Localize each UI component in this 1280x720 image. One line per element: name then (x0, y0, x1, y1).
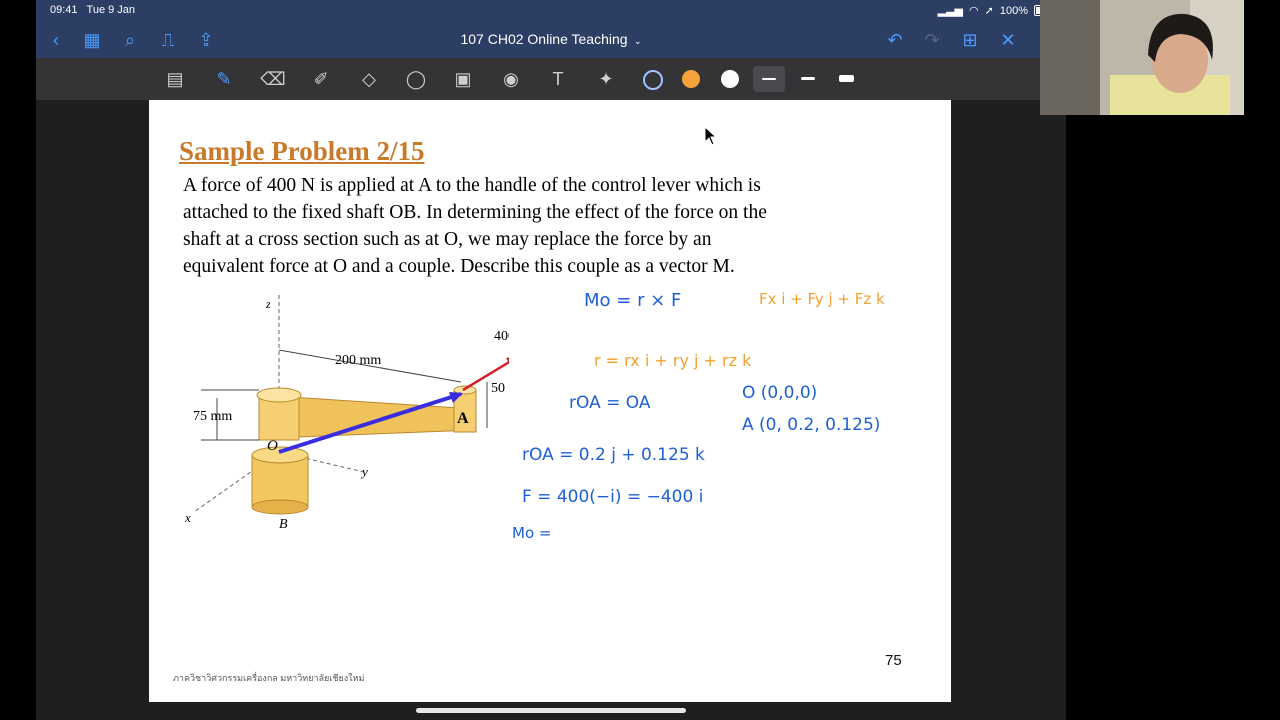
wifi-icon: ◠ (969, 5, 979, 17)
body-line-4: equivalent force at O and a couple. Desc… (183, 256, 735, 277)
undo-icon[interactable]: ↶ (883, 28, 907, 52)
color-swatch-blue[interactable] (643, 70, 663, 90)
home-indicator[interactable] (416, 708, 686, 713)
body-line-1: A force of 400 N is applied at A to the … (183, 175, 761, 196)
color-swatch-orange[interactable] (682, 70, 700, 88)
chevron-down-icon: ⌄ (631, 36, 642, 46)
handwritten-annotations: Mo = r × F Fx i + Fy j + Fz k r = rx i +… (512, 290, 885, 542)
presenter-video-icon (1040, 0, 1244, 115)
laser-pointer-icon[interactable]: ✦ (593, 67, 619, 91)
label-x: x (184, 510, 191, 525)
page-number: 75 (885, 652, 902, 669)
ink-point-o: O (0,0,0) (742, 383, 817, 403)
redo-icon[interactable]: ↷ (920, 28, 944, 52)
read-mode-icon[interactable]: ▤ (162, 67, 188, 91)
stroke-medium[interactable] (801, 77, 815, 80)
slide-footer: ภาควิชาวิศวกรรมเครื่องกล มหาวิทยาลัยเชีย… (173, 673, 365, 683)
ink-position-components: r = rx i + ry j + rz k (594, 351, 752, 370)
webcam-video (1040, 0, 1244, 115)
slide-title: Sample Problem 2/15 (179, 136, 425, 166)
image-icon[interactable]: ▣ (450, 67, 476, 91)
color-swatch-white[interactable] (721, 70, 739, 88)
ink-mo-start: Mo = (512, 524, 551, 542)
mouse-cursor-icon (704, 126, 718, 146)
text-tool-icon[interactable]: T (545, 67, 571, 91)
drawing-toolbar: ▤ ✎ ⌫ ✐ ◇ ◯ ▣ ◉ T ✦ (36, 58, 1066, 100)
camera-icon[interactable]: ◉ (498, 67, 524, 91)
ink-r-oa: rOA = OA (569, 393, 651, 413)
close-icon[interactable]: ✕ (996, 28, 1020, 52)
highlighter-icon[interactable]: ✐ (308, 67, 334, 91)
status-bar: 09:41 Tue 9 Jan ▂▃▅ ◠ ➚ 100% (36, 0, 1066, 22)
signal-icon: ▂▃▅ (937, 5, 964, 17)
status-date: Tue 9 Jan (86, 4, 136, 16)
shapes-icon[interactable]: ◇ (356, 67, 382, 91)
body-line-3: shaft at a cross section such as at O, w… (183, 229, 712, 250)
ink-force-components: Fx i + Fy j + Fz k (759, 290, 885, 308)
ipad-screen: 09:41 Tue 9 Jan ▂▃▅ ◠ ➚ 100% ‹ ▦ ⌕ ⎍ ⇪ 1… (36, 0, 1066, 720)
label-75mm: 75 mm (193, 409, 232, 424)
ink-force-value: F = 400(−i) = −400 i (522, 487, 703, 507)
label-a: A (457, 410, 469, 427)
stroke-thin[interactable] (762, 78, 776, 80)
battery-percent: 100% (999, 4, 1028, 17)
body-line-2: attached to the fixed shaft OB. In deter… (183, 202, 767, 223)
label-o: O (267, 438, 278, 454)
status-time: 09:41 (50, 4, 78, 16)
label-200mm: 200 mm (335, 353, 381, 368)
ink-r-oa-value: rOA = 0.2 j + 0.125 k (522, 445, 705, 465)
document-title[interactable]: 107 CH02 Online Teaching ⌄ (36, 31, 1066, 47)
eraser-icon[interactable]: ⌫ (260, 67, 286, 91)
ink-moment-formula: Mo = r × F (584, 290, 681, 311)
lasso-icon[interactable]: ◯ (403, 67, 429, 91)
navigation-bar: ‹ ▦ ⌕ ⎍ ⇪ 107 CH02 Online Teaching ⌄ ↶ ↷… (36, 22, 1066, 58)
pen-icon[interactable]: ✎ (211, 67, 237, 91)
add-page-icon[interactable]: ⊞ (958, 28, 982, 52)
location-icon: ➚ (984, 5, 994, 17)
label-b: B (279, 517, 288, 532)
ink-point-a: A (0, 0.2, 0.125) (742, 415, 880, 435)
label-y: y (360, 464, 368, 479)
slide-page[interactable]: Sample Problem 2/15 A force of 400 N is … (149, 100, 951, 702)
control-lever-figure: 200 mm 400 N 50 mm 75 mm A O B x y z (184, 295, 509, 532)
slide-body: A force of 400 N is applied at A to the … (183, 172, 913, 280)
label-z: z (265, 297, 271, 311)
stroke-thick[interactable] (839, 75, 854, 82)
